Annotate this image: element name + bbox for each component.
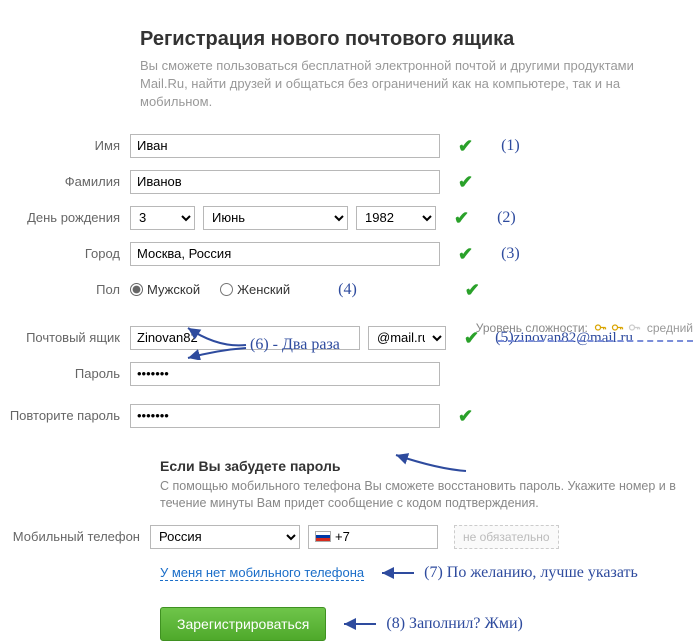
optional-label: не обязательно: [454, 525, 559, 549]
lastname-input[interactable]: [130, 170, 440, 194]
radio-input[interactable]: [220, 283, 233, 296]
gender-female-radio[interactable]: Женский: [220, 282, 290, 297]
birthday-year-select[interactable]: 1982: [356, 206, 436, 230]
label-birthday: День рождения: [0, 210, 130, 225]
no-phone-link[interactable]: У меня нет мобильного телефона: [160, 565, 364, 581]
label-phone: Мобильный телефон: [0, 529, 150, 544]
submit-button[interactable]: Зарегистрироваться: [160, 607, 326, 641]
check-icon: ✔: [458, 407, 473, 425]
label-mailbox: Почтовый ящик: [0, 330, 130, 345]
check-icon: ✔: [465, 281, 480, 299]
gender-male-radio[interactable]: Мужской: [130, 282, 200, 297]
forgot-text: С помощью мобильного телефона Вы сможете…: [160, 478, 680, 513]
password-strength-value: средний: [647, 321, 693, 335]
check-icon: ✔: [454, 209, 469, 227]
password-input[interactable]: [130, 362, 440, 386]
label-firstname: Имя: [0, 138, 130, 153]
check-icon: ✔: [458, 173, 473, 191]
firstname-input[interactable]: [130, 134, 440, 158]
page-title: Регистрация нового почтового ящика: [140, 28, 697, 51]
label-password: Пароль: [0, 366, 130, 381]
page-subtitle: Вы сможете пользоваться бесплатной элект…: [140, 57, 640, 112]
label-lastname: Фамилия: [0, 174, 130, 189]
annotation-2: (2): [497, 209, 516, 227]
radio-input[interactable]: [130, 283, 143, 296]
annotation-4: (4): [338, 281, 357, 299]
strength-underline: [498, 340, 693, 342]
gender-male-label: Мужской: [147, 282, 200, 297]
label-gender: Пол: [0, 282, 130, 297]
phone-code-input[interactable]: [335, 527, 415, 547]
gender-female-label: Женский: [237, 282, 290, 297]
annotation-7: (7) По желанию, лучше указать: [424, 564, 638, 582]
annotation-8: (8) Заполнил? Жми): [386, 615, 522, 633]
password2-input[interactable]: [130, 404, 440, 428]
phone-input-group[interactable]: [308, 525, 438, 549]
phone-country-select[interactable]: Россия: [150, 525, 300, 549]
birthday-day-select[interactable]: 3: [130, 206, 195, 230]
label-city: Город: [0, 246, 130, 261]
annotation-1: (1): [501, 137, 520, 155]
check-icon: ✔: [458, 245, 473, 263]
city-input[interactable]: [130, 242, 440, 266]
check-icon: ✔: [458, 137, 473, 155]
birthday-month-select[interactable]: Июнь: [203, 206, 348, 230]
forgot-heading: Если Вы забудете пароль: [160, 458, 697, 474]
password-strength-label: Уровень сложности: средний: [476, 320, 693, 335]
mailbox-domain-select[interactable]: @mail.ru: [368, 326, 446, 350]
annotation-6: (6) - Два раза: [250, 336, 340, 354]
annotation-3: (3): [501, 245, 520, 263]
label-password2: Повторите пароль: [0, 408, 130, 423]
russia-flag-icon: [315, 531, 331, 542]
